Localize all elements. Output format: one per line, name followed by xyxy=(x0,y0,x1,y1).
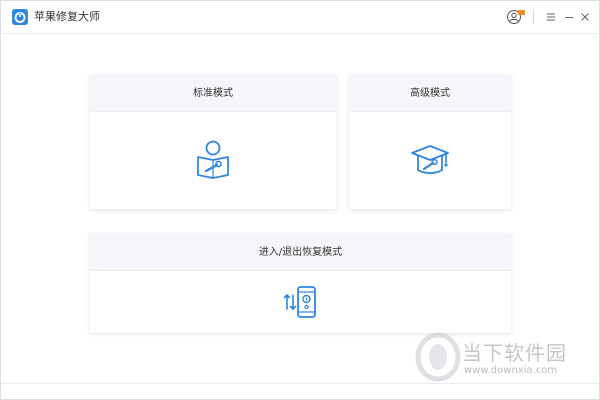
menu-icon[interactable] xyxy=(544,10,558,24)
advanced-mode-label: 高级模式 xyxy=(349,75,511,112)
standard-mode-label: 标准模式 xyxy=(90,75,336,112)
watermark-brand: 当下软件园 xyxy=(462,341,567,365)
phone-swap-icon xyxy=(283,286,316,318)
graduation-cap-wrench-icon xyxy=(411,145,449,174)
watermark-url: www.downxia.com xyxy=(464,365,558,376)
standard-mode-card[interactable]: 标准模式 xyxy=(90,75,336,209)
app-logo-icon xyxy=(12,9,28,25)
title-bar: 苹果修复大师 xyxy=(1,1,599,34)
app-window: 苹果修复大师 标准模式 高级模式 进入/退出恢复模式 当下软件园 www.dow… xyxy=(0,0,600,400)
reader-wrench-icon xyxy=(197,140,229,179)
recovery-mode-label: 进入/退出恢复模式 xyxy=(90,234,511,271)
advanced-mode-card[interactable]: 高级模式 xyxy=(349,75,511,209)
titlebar-separator xyxy=(533,10,534,24)
footer-divider xyxy=(1,383,599,384)
user-badge-icon[interactable] xyxy=(506,9,526,25)
app-title: 苹果修复大师 xyxy=(34,10,100,23)
recovery-mode-card[interactable]: 进入/退出恢复模式 xyxy=(90,234,511,333)
close-icon[interactable] xyxy=(578,10,592,24)
minimize-icon[interactable] xyxy=(562,10,576,24)
